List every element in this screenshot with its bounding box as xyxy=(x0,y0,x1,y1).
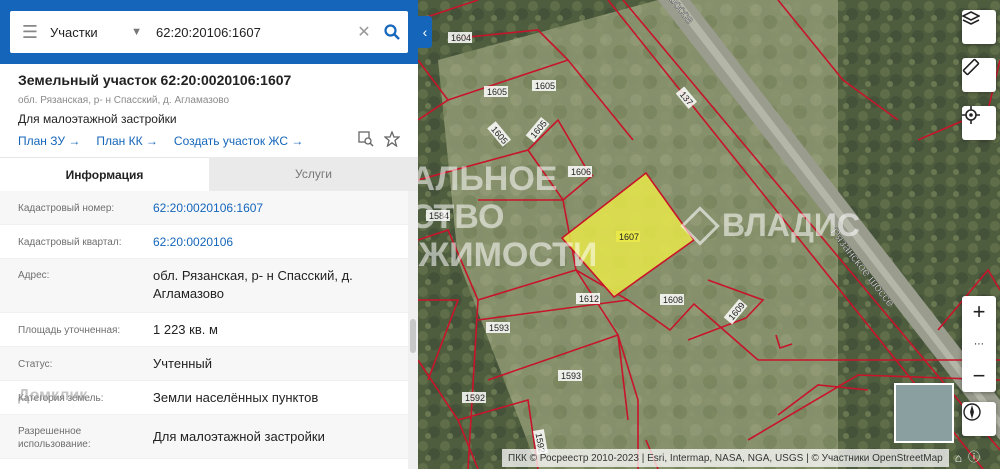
svg-text:1605: 1605 xyxy=(535,81,555,91)
info-rows: Кадастровый номер: 62:20:0020106:1607 Ка… xyxy=(0,191,408,459)
info-icon[interactable]: ⓘ xyxy=(968,448,980,465)
parcel-label-1593b: 1593 xyxy=(558,370,582,381)
attribution-text: ПКК © Росреестр 2010-2023 | Esri, Interm… xyxy=(508,452,943,464)
zoom-control: + ⋯ − xyxy=(962,296,996,392)
zoom-level-button[interactable]: ⋯ xyxy=(962,328,996,360)
home-icon[interactable]: ⌂ xyxy=(955,451,962,465)
svg-text:1608: 1608 xyxy=(663,295,683,305)
svg-text:1593: 1593 xyxy=(561,371,581,381)
row-key: Кадастровый квартал: xyxy=(18,237,122,248)
row-value: 1 223 кв. м xyxy=(153,321,218,337)
star-icon[interactable] xyxy=(384,131,400,147)
locate-button[interactable] xyxy=(962,106,996,140)
tab-services[interactable]: Услуги xyxy=(209,157,418,191)
plus-icon: + xyxy=(972,299,986,324)
watermark-domclick: Домклик xyxy=(18,387,88,404)
scrollbar-thumb[interactable] xyxy=(410,319,416,353)
layers-button[interactable] xyxy=(962,10,996,44)
svg-text:1584: 1584 xyxy=(429,211,449,221)
map-view[interactable]: 1604 1605 1605 1605 1605 1606 1607 1584 … xyxy=(418,0,1000,469)
parcel-label-1605b: 1605 xyxy=(532,80,556,91)
info-panel: ☰ Участки ▼ ✕ Земельный участок 62:20:00… xyxy=(0,0,418,469)
tab-info[interactable]: Информация xyxy=(0,157,209,191)
parcel-label-1612: 1612 xyxy=(576,293,600,304)
svg-text:1606: 1606 xyxy=(571,167,591,177)
row-key: Кадастровый номер: xyxy=(18,203,115,214)
parcel-label-1606: 1606 xyxy=(568,166,592,177)
svg-text:1605: 1605 xyxy=(487,87,507,97)
row-address: Адрес: обл. Рязанская, р- н Спасский, д.… xyxy=(0,259,408,313)
close-icon[interactable]: ✕ xyxy=(352,22,376,42)
parcel-purpose: Для малоэтажной застройки xyxy=(18,112,177,126)
minimap[interactable] xyxy=(894,383,954,443)
create-parcel-link[interactable]: Создать участок ЖС → xyxy=(174,134,303,148)
parcel-label-1584: 1584 xyxy=(426,210,450,221)
zoom-in-button[interactable]: + xyxy=(962,296,996,328)
plan-zu-link[interactable]: План ЗУ → xyxy=(18,134,80,148)
row-cadastral-number: Кадастровый номер: 62:20:0020106:1607 xyxy=(0,191,408,225)
row-value: Учтенный xyxy=(153,355,213,371)
parcel-label-1593a: 1593 xyxy=(486,322,510,333)
search-button[interactable] xyxy=(376,24,408,40)
row-key: Разрешенное использование: xyxy=(18,425,91,450)
parcel-title: Земельный участок 62:20:0020106:1607 xyxy=(18,72,292,88)
row-status: Статус: Учтенный xyxy=(0,347,408,381)
search-icon xyxy=(384,24,400,40)
parcel-actions xyxy=(358,131,400,147)
parcel-label-1605a: 1605 xyxy=(484,86,508,97)
compass-icon xyxy=(963,403,981,421)
ruler-icon xyxy=(962,58,980,76)
row-cadastral-quarter: Кадастровый квартал: 62:20:0020106 xyxy=(0,225,408,259)
svg-text:1604: 1604 xyxy=(451,33,471,43)
row-permitted-use: Разрешенное использование: Для малоэтажн… xyxy=(0,415,408,459)
panel-scrollbar[interactable] xyxy=(408,191,418,469)
row-value: Земли населённых пунктов xyxy=(153,389,319,405)
plan-kk-link[interactable]: План КК → xyxy=(96,134,158,148)
layer-select[interactable]: Участки ▼ xyxy=(50,25,150,40)
svg-text:1593: 1593 xyxy=(489,323,509,333)
search-box: ☰ Участки ▼ ✕ xyxy=(10,11,408,53)
panel-tabs: Информация Услуги xyxy=(0,157,418,191)
layer-select-value: Участки xyxy=(50,24,98,40)
svg-text:1612: 1612 xyxy=(579,294,599,304)
search-input[interactable] xyxy=(150,24,352,40)
svg-text:1592: 1592 xyxy=(465,393,485,403)
chevron-down-icon: ▼ xyxy=(131,26,142,38)
row-key: Статус: xyxy=(18,359,53,370)
collapse-panel-button[interactable]: ‹ xyxy=(418,16,432,48)
zoom-to-parcel-icon[interactable] xyxy=(358,131,374,147)
map-attribution: ПКК © Росреестр 2010-2023 | Esri, Interm… xyxy=(502,449,949,467)
parcel-label-1607: 1607 xyxy=(616,231,640,242)
layers-icon xyxy=(962,11,980,25)
row-key: Площадь уточненная: xyxy=(18,325,121,336)
search-bar: ☰ Участки ▼ ✕ xyxy=(0,0,418,64)
locate-icon xyxy=(962,106,980,124)
menu-icon[interactable]: ☰ xyxy=(10,22,50,43)
chevron-left-icon: ‹ xyxy=(422,24,428,40)
measure-button[interactable] xyxy=(962,58,996,92)
parcel-address-short: обл. Рязанская, р- н Спасский, д. Аглама… xyxy=(18,95,230,106)
minus-icon: − xyxy=(972,363,986,388)
svg-text:1607: 1607 xyxy=(619,232,639,242)
row-value-link[interactable]: 62:20:0020106:1607 xyxy=(153,199,408,217)
zoom-out-button[interactable]: − xyxy=(962,360,996,392)
parcel-label-1592a: 1592 xyxy=(462,392,486,403)
row-value: обл. Рязанская, р- н Спасский, д. Аглама… xyxy=(153,268,353,301)
row-value: Для малоэтажной застройки xyxy=(153,428,325,444)
parcel-label-1604: 1604 xyxy=(448,32,472,43)
compass-button[interactable] xyxy=(962,402,996,436)
row-key: Адрес: xyxy=(18,270,50,281)
parcel-label-1608: 1608 xyxy=(660,294,684,305)
parcel-links: План ЗУ → План КК → Создать участок ЖС → xyxy=(18,134,303,148)
row-value-link[interactable]: 62:20:0020106 xyxy=(153,233,408,251)
row-area: Площадь уточненная: 1 223 кв. м xyxy=(0,313,408,347)
